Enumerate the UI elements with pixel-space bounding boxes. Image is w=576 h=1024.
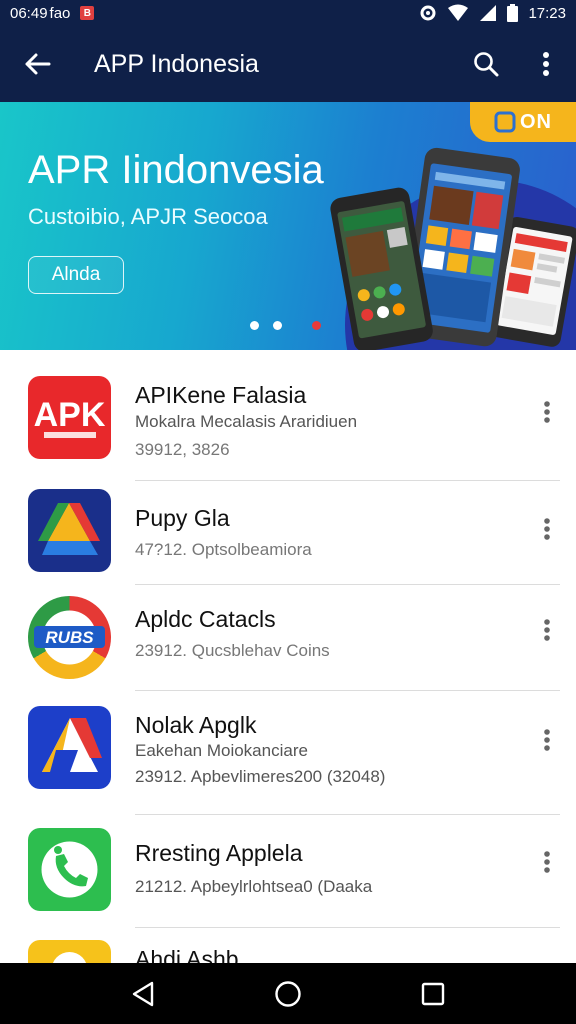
app-meta: 47?12. Optsolbeamiora <box>135 540 312 559</box>
banner-subtitle: Custoibio, APJR Seocoa <box>28 204 268 229</box>
status-time-right: 17:23 <box>528 4 566 22</box>
banner-action-button[interactable]: Alnda <box>28 256 124 294</box>
list-item[interactable]: APK APIKene Falasia Mokalra Mecalasis Ar… <box>0 376 576 482</box>
nav-recents-button[interactable] <box>403 969 463 1019</box>
arrow-left-icon <box>25 53 51 75</box>
more-vert-icon <box>543 52 549 76</box>
more-vert-icon <box>544 518 550 540</box>
app-name: Ahdi Ashb <box>135 946 239 963</box>
more-vert-icon <box>544 619 550 641</box>
app-description: Mokalra Mecalasis Araridiuen <box>135 412 358 431</box>
status-bar: 06:49 fao B 17:23 <box>0 0 576 26</box>
status-left: 06:49 fao B <box>10 4 95 22</box>
item-menu-button[interactable] <box>532 610 562 650</box>
more-vert-icon <box>544 729 550 751</box>
back-button[interactable] <box>0 26 74 102</box>
yellow-app-icon <box>28 940 111 963</box>
app-text: Apldc Catacls 23912. Qucsblehav Coins <box>135 606 330 661</box>
wifi-icon <box>448 4 469 21</box>
app-text: Rresting Applela 21212. Apbeylrlohtsea0 … <box>135 840 372 897</box>
promo-banner[interactable]: ON APR Iindonvesia Custoibio, APJR Seoco… <box>0 102 576 350</box>
pager-dot[interactable] <box>250 321 259 330</box>
pager-dot[interactable] <box>273 321 282 330</box>
more-vert-icon <box>544 851 550 873</box>
list-item[interactable]: Pupy Gla 47?12. Optsolbeamiora <box>0 489 576 595</box>
nav-home-icon <box>275 980 301 1007</box>
notification-icon: B <box>80 6 95 20</box>
chrome-badge-icon: RUBS <box>28 596 111 679</box>
app-text: Nolak Apglk Eakehan Moiokanciare 23912. … <box>135 712 385 787</box>
app-text: Ahdi Ashb <box>135 946 239 963</box>
nav-back-button[interactable] <box>113 969 173 1019</box>
app-meta: 21212. Apbeylrlohtsea0 (Daaka <box>135 877 373 896</box>
app-bar: APP Indonesia <box>0 26 576 102</box>
page-title: APP Indonesia <box>94 49 259 78</box>
list-item[interactable]: Rresting Applela 21212. Apbeylrlohtsea0 … <box>0 828 576 934</box>
svg-text:APK: APK <box>34 396 106 434</box>
banner-badge: ON <box>470 102 576 142</box>
app-name: Pupy Gla <box>135 505 230 531</box>
search-button[interactable] <box>456 26 516 102</box>
divider <box>135 814 560 815</box>
app-text: Pupy Gla 47?12. Optsolbeamiora <box>135 505 312 560</box>
divider <box>135 480 560 481</box>
pager-dot-active[interactable] <box>312 321 321 330</box>
phone-green-icon <box>28 828 111 911</box>
item-menu-button[interactable] <box>532 509 562 549</box>
item-menu-button[interactable] <box>532 720 562 760</box>
banner-badge-text: ON <box>520 110 552 133</box>
status-time-left: 06:49 <box>10 4 48 22</box>
status-carrier: fao <box>49 4 71 22</box>
list-item[interactable]: Nolak Apglk Eakehan Moiokanciare 23912. … <box>0 706 576 812</box>
status-right: 17:23 <box>419 4 566 22</box>
search-icon <box>474 52 499 77</box>
phones-illustration <box>330 147 576 350</box>
banner-pager <box>250 321 321 330</box>
badge-square-icon <box>494 111 516 133</box>
svg-text:RUBS: RUBS <box>45 628 94 647</box>
signal-icon <box>480 5 497 21</box>
divider <box>135 584 560 585</box>
sync-icon <box>420 5 436 21</box>
item-menu-button[interactable] <box>532 392 562 432</box>
overflow-menu-button[interactable] <box>516 26 576 102</box>
app-name: APIKene Falasia <box>135 382 307 408</box>
nav-back-icon <box>132 981 153 1006</box>
navigation-bar <box>0 963 576 1024</box>
triangle-app-icon <box>28 706 111 789</box>
item-menu-button[interactable] <box>532 842 562 882</box>
list-item[interactable]: Ahdi Ashb <box>0 940 576 963</box>
list-item[interactable]: RUBS Apldc Catacls 23912. Qucsblehav Coi… <box>0 596 576 702</box>
app-name: Rresting Applela <box>135 840 303 866</box>
app-meta: 23912. Apbevlimeres200 (32048) <box>135 767 386 786</box>
battery-icon <box>507 4 519 22</box>
app-text: APIKene Falasia Mokalra Mecalasis Ararid… <box>135 382 357 460</box>
nav-recents-icon <box>422 982 445 1005</box>
app-list: APK APIKene Falasia Mokalra Mecalasis Ar… <box>0 350 576 963</box>
app-description: Eakehan Moiokanciare <box>135 741 308 760</box>
drive-triangle-icon <box>28 489 111 572</box>
nav-home-button[interactable] <box>258 969 318 1019</box>
app-meta: 39912, 3826 <box>135 440 230 459</box>
more-vert-icon <box>544 401 550 423</box>
divider <box>135 927 560 928</box>
app-name: Apldc Catacls <box>135 606 276 632</box>
apk-red-icon: APK <box>28 376 111 459</box>
app-name: Nolak Apglk <box>135 712 257 738</box>
divider <box>135 690 560 691</box>
app-meta: 23912. Qucsblehav Coins <box>135 641 330 660</box>
banner-title: APR Iindonvesia <box>28 148 324 192</box>
